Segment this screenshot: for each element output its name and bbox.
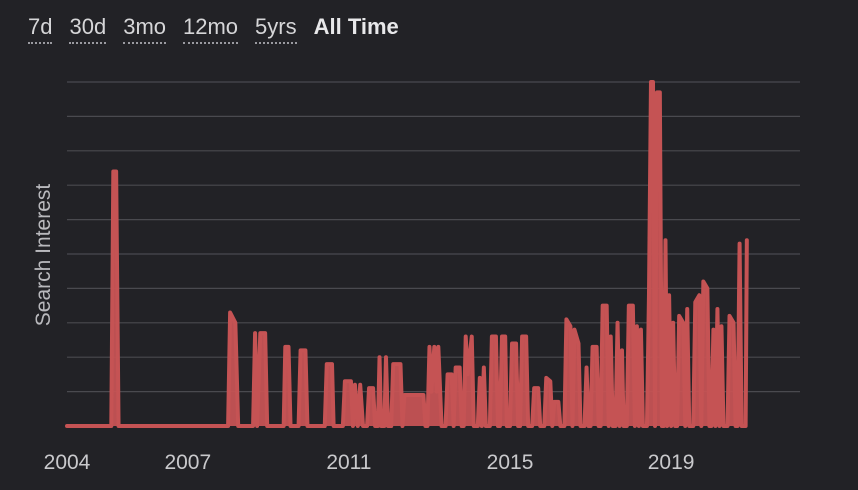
x-tick-label-0: 2004 — [44, 451, 91, 474]
x-tick-label-1: 2007 — [164, 451, 211, 474]
search-interest-chart: 2004 2007 2011 2015 2019 — [44, 80, 800, 474]
x-tick-label-2: 2011 — [326, 451, 371, 474]
y-axis-label: Search Interest — [32, 183, 55, 327]
x-tick-label-4: 2019 — [648, 451, 695, 474]
x-axis-ticks: 2004 2007 2011 2015 2019 — [44, 451, 695, 474]
x-tick-label-3: 2015 — [487, 451, 534, 474]
